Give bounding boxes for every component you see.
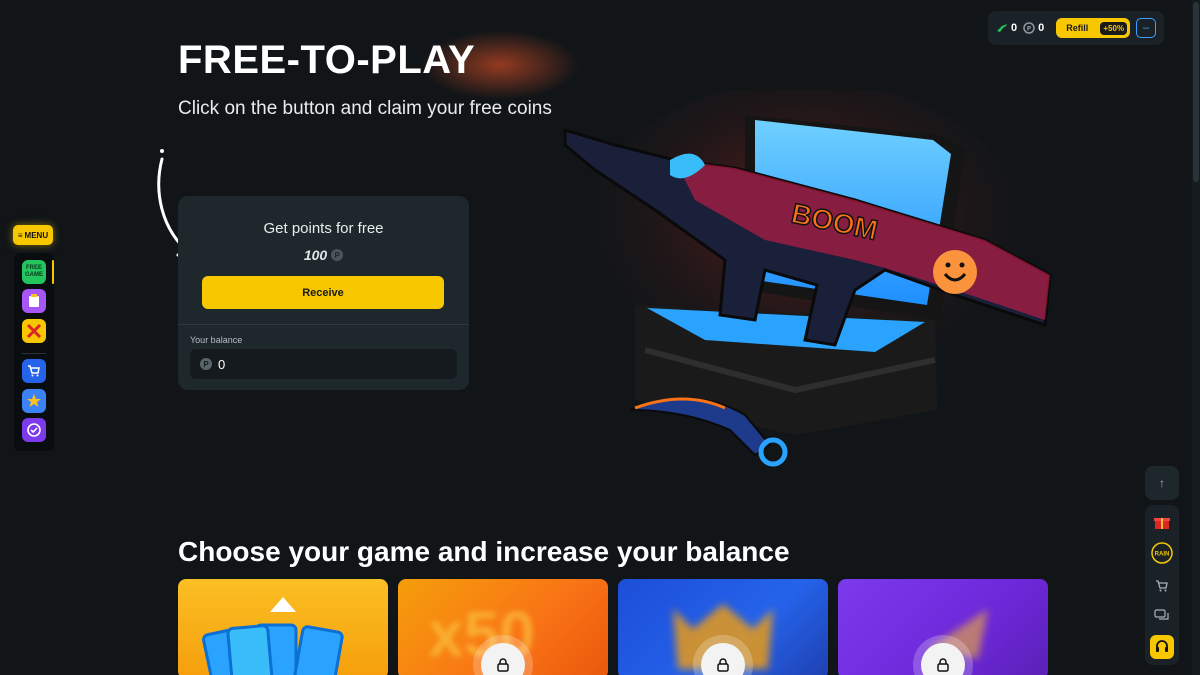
smiley-sticker xyxy=(933,250,977,294)
gift-button[interactable] xyxy=(1150,510,1174,534)
star-icon xyxy=(27,394,41,407)
points-coin-icon: P xyxy=(1023,22,1035,34)
rifle-case-artwork: BOOM xyxy=(563,90,1052,467)
game-card-x50[interactable]: x50 xyxy=(398,579,608,675)
smiley-eye-left xyxy=(945,262,951,268)
arrow-up-icon: ↑ xyxy=(1159,476,1165,490)
account-status-bar: 0 P 0 Refill +50% – xyxy=(988,11,1164,45)
svg-text:RAIN: RAIN xyxy=(1155,552,1170,558)
nav-shop[interactable] xyxy=(22,359,46,383)
active-indicator xyxy=(52,260,54,284)
game-card-cards[interactable] xyxy=(178,579,388,675)
check-badge-icon xyxy=(27,423,41,437)
balance-field: P 0 xyxy=(190,349,457,379)
nav-battles[interactable] xyxy=(22,319,46,343)
page-title: FREE-TO-PLAY xyxy=(178,38,476,82)
kills-stat: 0 xyxy=(996,22,1017,34)
menu-label: MENU xyxy=(24,230,49,240)
rain-button[interactable]: RAIN xyxy=(1150,541,1174,565)
nav-stars[interactable] xyxy=(22,389,46,413)
nav-tasks[interactable] xyxy=(22,418,46,442)
page-scrollbar[interactable] xyxy=(1192,0,1200,675)
rain-icon: RAIN xyxy=(1151,542,1173,564)
nav-free-game[interactable]: FREE GAME xyxy=(22,260,46,284)
svg-text:P: P xyxy=(1027,26,1032,33)
card-divider xyxy=(178,324,469,325)
scrollbar-thumb[interactable] xyxy=(1193,2,1199,182)
lock-icon xyxy=(937,658,949,672)
games-section-title: Choose your game and increase your balan… xyxy=(178,536,790,567)
case-icon xyxy=(29,294,39,307)
headset-icon xyxy=(1156,640,1168,652)
nav-free-game-label: FREE GAME xyxy=(25,265,43,278)
floating-tools-rail: RAIN xyxy=(1145,505,1179,665)
karambit-ring xyxy=(758,437,788,467)
nav-divider xyxy=(22,353,46,354)
account-menu-button[interactable]: – xyxy=(1136,18,1156,38)
balance-coin-icon: P xyxy=(200,358,212,370)
free-points-amount: 100 P xyxy=(178,247,469,263)
free-points-title: Get points for free xyxy=(263,220,384,237)
free-points-card: Get points for free 100 P Receive Your b… xyxy=(178,196,469,390)
lock-icon xyxy=(717,658,729,672)
side-nav-rail: FREE GAME xyxy=(14,253,54,451)
cards-game-icon xyxy=(202,597,344,675)
game-card-crown[interactable] xyxy=(618,579,828,675)
minus-icon: – xyxy=(1142,22,1150,34)
smiley-eye-right xyxy=(959,262,965,268)
kills-count: 0 xyxy=(1011,22,1018,34)
balance-value: 0 xyxy=(218,356,226,372)
hamburger-icon: ≡ xyxy=(17,230,23,240)
rifle-icon xyxy=(997,24,1007,32)
free-points-value: 100 xyxy=(303,247,328,263)
swords-icon xyxy=(26,323,42,339)
cart-button[interactable] xyxy=(1150,574,1174,598)
receive-button[interactable]: Receive xyxy=(202,276,444,309)
nav-cases[interactable] xyxy=(22,289,46,313)
cart-icon xyxy=(28,365,40,377)
points-stat: P 0 xyxy=(1023,22,1044,34)
scroll-to-top-button[interactable]: ↑ xyxy=(1145,466,1179,500)
page-subtitle: Click on the button and claim your free … xyxy=(178,98,552,119)
points-count: 0 xyxy=(1038,22,1045,34)
points-coin-icon: P xyxy=(331,249,344,261)
cart-icon xyxy=(1156,580,1168,592)
menu-button[interactable]: ≡ MENU xyxy=(13,225,53,245)
lock-icon xyxy=(497,658,509,672)
refill-button[interactable]: Refill +50% xyxy=(1056,18,1131,38)
chat-icon xyxy=(1154,609,1169,620)
game-card-crash[interactable] xyxy=(838,579,1048,675)
refill-bonus-badge: +50% xyxy=(1100,21,1128,35)
gift-icon xyxy=(1154,518,1170,529)
balance-label: Your balance xyxy=(190,335,243,345)
chat-button[interactable] xyxy=(1150,604,1174,628)
refill-label: Refill xyxy=(1066,23,1089,33)
support-button[interactable] xyxy=(1150,635,1174,659)
